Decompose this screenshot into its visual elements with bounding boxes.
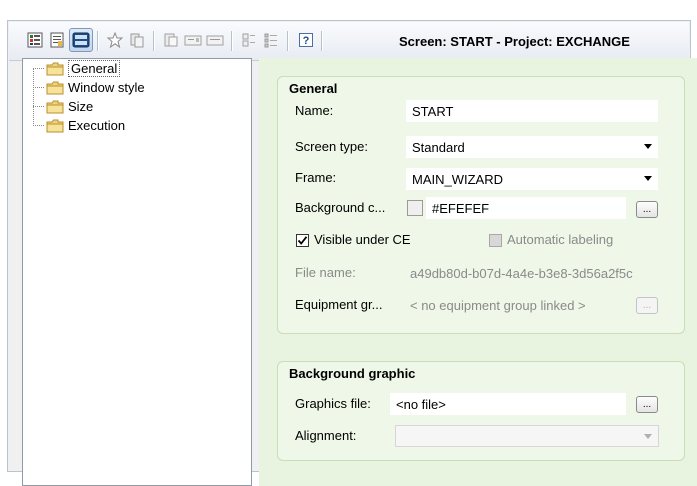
tree-item-size[interactable]: Size: [33, 98, 93, 115]
help-icon[interactable]: ?: [296, 30, 316, 50]
frame-value: MAIN_WIZARD: [412, 171, 503, 187]
paste-icon[interactable]: [161, 30, 181, 50]
screen-view-icon[interactable]: [69, 28, 93, 52]
checkmark-icon: [297, 236, 308, 245]
general-group: General Name: START Screen type: Standar…: [277, 76, 685, 334]
toolbar-separator: [287, 31, 289, 51]
graphics-file-field[interactable]: <no file>: [390, 393, 626, 415]
properties-panel: General Name: START Screen type: Standar…: [259, 58, 697, 486]
screen-type-value: Standard: [412, 139, 465, 155]
chevron-down-icon: [644, 434, 652, 439]
folder-icon: [46, 62, 64, 75]
name-label: Name:: [295, 103, 334, 118]
folder-icon: [46, 100, 64, 113]
graphics-file-label: Graphics file:: [295, 396, 371, 411]
alignment-dropdown[interactable]: [395, 425, 659, 447]
tree-item-label: Execution: [68, 118, 126, 133]
toolbar-separator: [97, 31, 99, 51]
tree-item-general[interactable]: General: [33, 60, 121, 77]
object-list-icon[interactable]: [25, 30, 45, 50]
visible-ce-checkbox[interactable]: [296, 234, 309, 247]
favorite-star-icon[interactable]: [105, 30, 125, 50]
window-title: Screen: START - Project: EXCHANGE: [399, 34, 630, 49]
toolbar: ? Screen: START - Project: EXCHANGE: [9, 22, 689, 61]
copy-icon[interactable]: [127, 30, 147, 50]
frame-dropdown[interactable]: MAIN_WIZARD: [406, 168, 658, 190]
toolbar-separator: [231, 31, 233, 51]
name-field[interactable]: START: [406, 100, 658, 122]
screen-type-dropdown[interactable]: Standard: [406, 136, 658, 158]
property-tree: General Window style Size Execution: [22, 58, 252, 486]
equipment-group-value: < no equipment group linked >: [410, 297, 586, 313]
group-title: General: [289, 81, 338, 96]
background-graphic-group: Background graphic Graphics file: <no fi…: [277, 361, 685, 461]
tree-item-label: Size: [68, 99, 94, 114]
visible-ce-label: Visible under CE: [314, 232, 411, 247]
properties-icon[interactable]: [47, 30, 67, 50]
chevron-down-icon: [644, 144, 652, 149]
tree-item-execution[interactable]: Execution: [33, 117, 125, 134]
list-view-icon[interactable]: [261, 30, 281, 50]
background-color-label: Background c...: [295, 200, 386, 215]
automatic-labeling-label: Automatic labeling: [507, 232, 614, 247]
tree-item-window-style[interactable]: Window style: [33, 79, 145, 96]
folder-icon: [46, 119, 64, 132]
equipment-group-label: Equipment gr...: [295, 297, 383, 312]
equipment-group-browse-button[interactable]: ...: [636, 297, 658, 314]
background-color-browse-button[interactable]: ...: [636, 201, 658, 218]
graphics-file-browse-button[interactable]: ...: [636, 396, 658, 413]
toolbar-separator: [321, 31, 323, 51]
automatic-labeling-checkbox[interactable]: [489, 234, 502, 247]
input-field-icon[interactable]: [183, 30, 203, 50]
background-color-swatch[interactable]: [407, 200, 423, 216]
toolbar-separator: [153, 31, 155, 51]
screen-properties-window: ? Screen: START - Project: EXCHANGE Gene…: [7, 20, 697, 486]
file-name-value: a49db80d-b07d-4a4e-b3e8-3d56a2f5c: [410, 265, 633, 281]
tree-item-label: General: [68, 60, 121, 77]
align-icon[interactable]: [239, 30, 259, 50]
svg-text:?: ?: [303, 35, 310, 47]
alignment-label: Alignment:: [295, 428, 357, 443]
tree-item-label: Window style: [68, 80, 145, 95]
file-name-label: File name:: [295, 265, 356, 280]
background-color-field[interactable]: #EFEFEF: [426, 197, 626, 219]
frame-label: Frame:: [295, 170, 337, 185]
group-title: Background graphic: [289, 366, 416, 381]
screen-type-label: Screen type:: [295, 139, 368, 154]
folder-icon: [46, 81, 64, 94]
output-field-icon[interactable]: [205, 30, 225, 50]
chevron-down-icon: [644, 176, 652, 181]
